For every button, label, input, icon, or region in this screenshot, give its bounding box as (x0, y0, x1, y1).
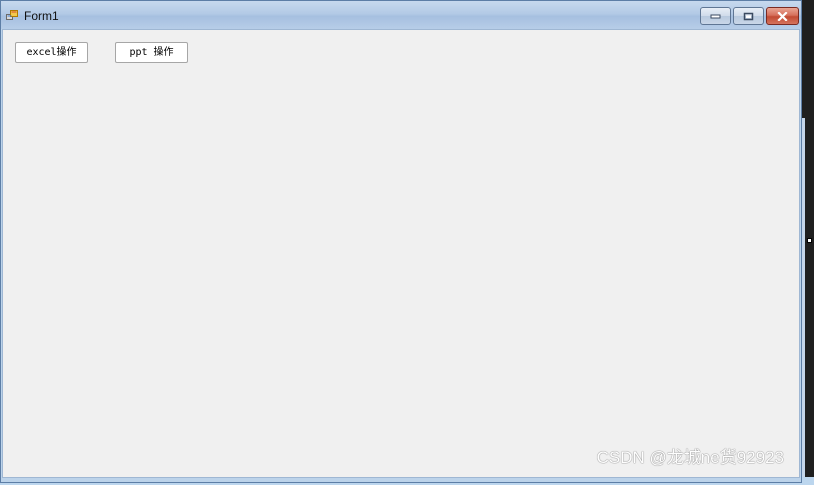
form-client-area: excel操作 ppt 操作 CSDN @龙城ne货92923 (2, 29, 800, 478)
close-icon (777, 11, 788, 21)
window-title: Form1 (24, 9, 59, 23)
close-button[interactable] (766, 7, 799, 25)
winforms-app-icon (6, 10, 18, 20)
caption-buttons (700, 7, 799, 25)
ppt-operation-button[interactable]: ppt 操作 (115, 42, 188, 63)
maximize-icon (743, 12, 754, 20)
adjacent-window-edge (802, 118, 805, 478)
resize-handle[interactable] (807, 238, 812, 243)
csdn-watermark: CSDN @龙城ne货92923 (596, 448, 784, 467)
excel-operation-button[interactable]: excel操作 (15, 42, 88, 63)
minimize-button[interactable] (700, 7, 731, 25)
title-bar[interactable]: Form1 (1, 1, 801, 29)
maximize-button[interactable] (733, 7, 764, 25)
form1-window: Form1 excel操作 ppt 操作 CSDN @龙城ne货92923 (0, 0, 802, 483)
minimize-icon (710, 14, 721, 19)
